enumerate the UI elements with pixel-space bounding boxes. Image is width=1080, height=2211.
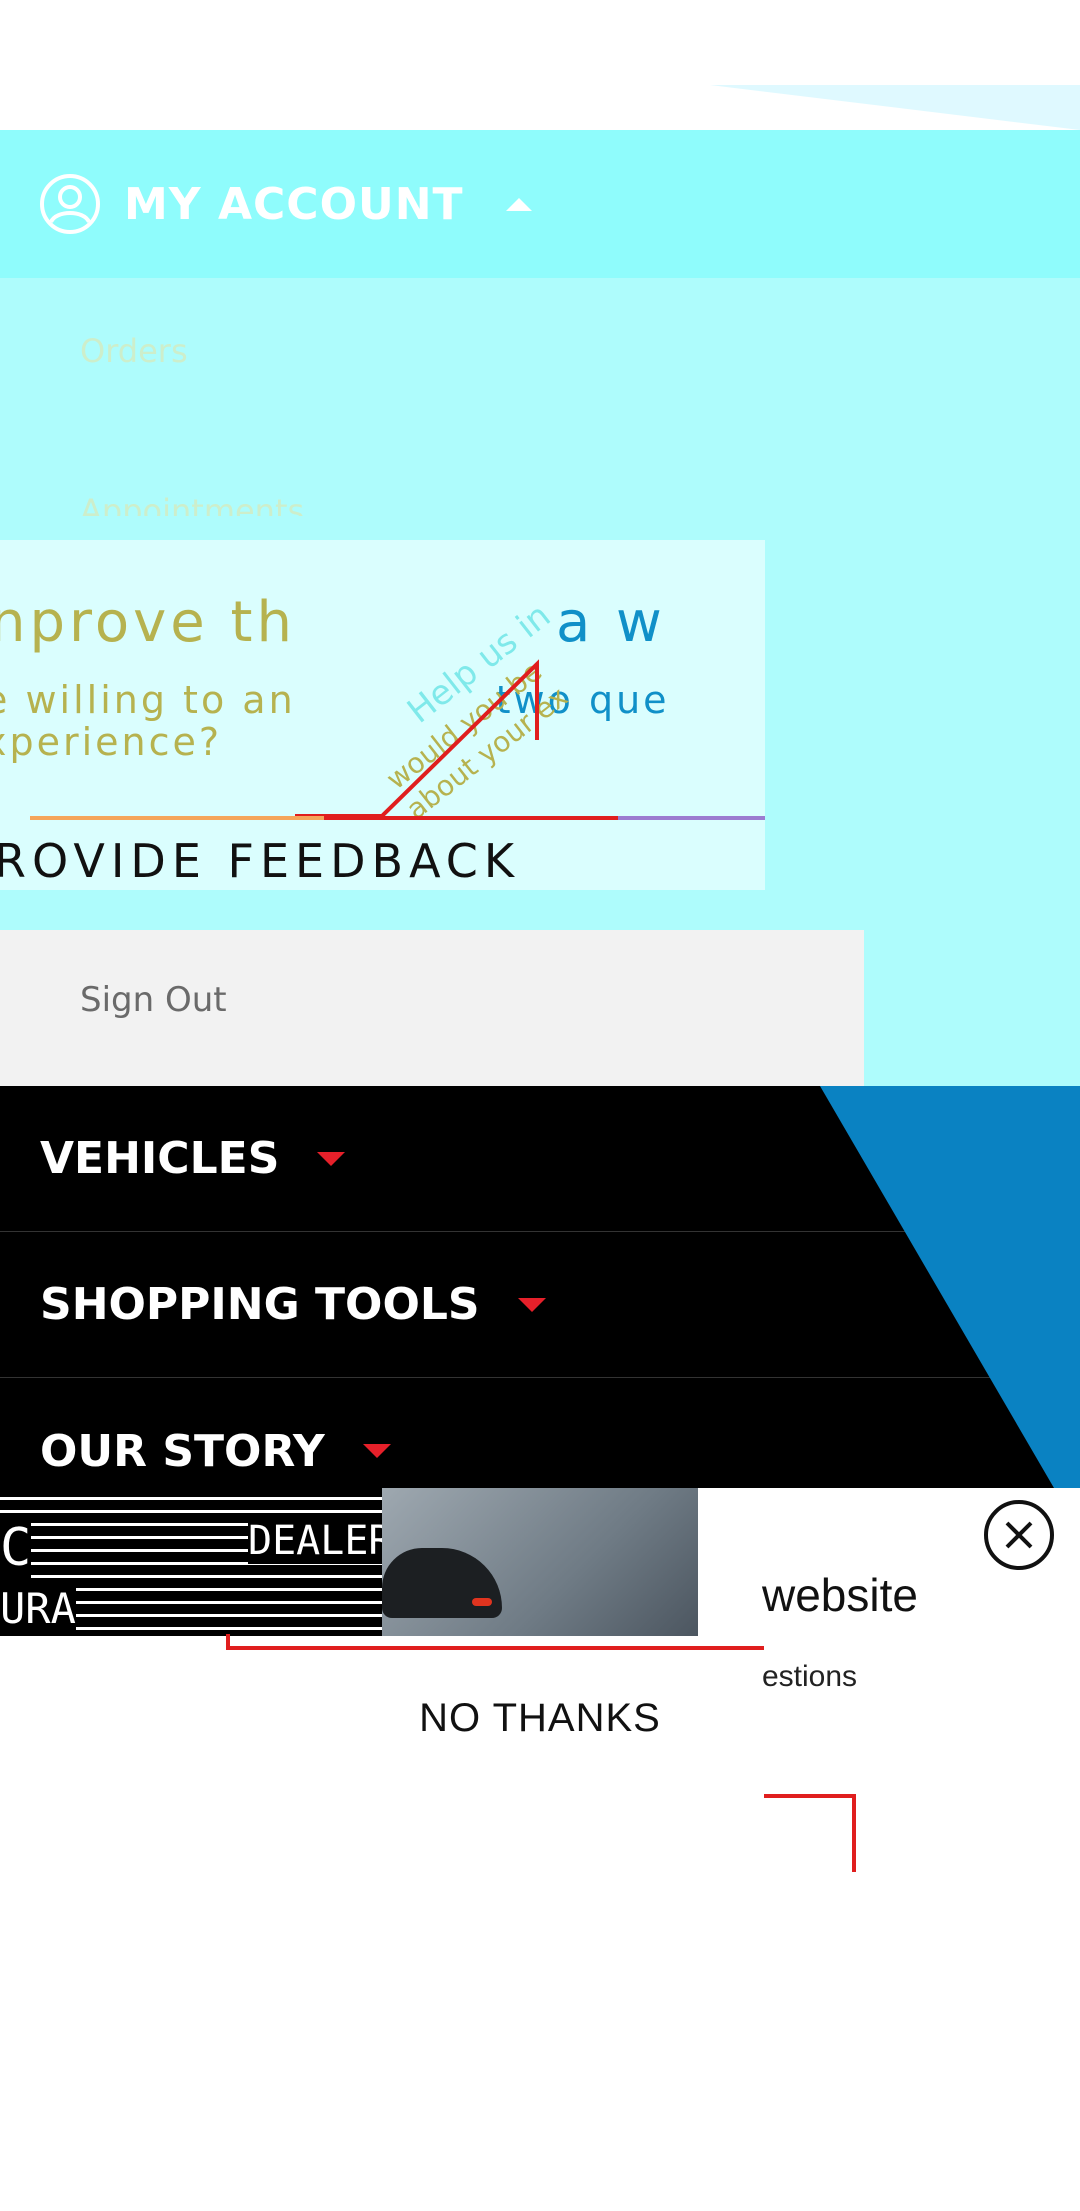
close-icon[interactable] [984, 1500, 1054, 1570]
caret-down-icon [362, 1444, 391, 1458]
popup-title: website [762, 1569, 918, 1621]
logo-text-bottom: URA [0, 1584, 76, 1633]
my-account-header[interactable]: MY ACCOUNT [0, 130, 1080, 278]
popup-red-corner [764, 1794, 856, 1872]
nav-item-label: OUR STORY [40, 1425, 325, 1477]
close-x-icon [1005, 1521, 1033, 1549]
popup-subtitle: estions [762, 1660, 858, 1693]
car-image [382, 1488, 698, 1636]
car-silhouette [382, 1548, 502, 1618]
car-taillight [472, 1598, 492, 1606]
brand-logo: C DEALERS URA [0, 1488, 417, 1636]
no-thanks-button[interactable]: NO THANKS [0, 1696, 1080, 1741]
survey-divider [30, 816, 765, 820]
chevron-up-icon [505, 197, 532, 211]
nav-item-label: VEHICLES [40, 1133, 280, 1184]
caret-down-icon [517, 1297, 546, 1312]
sign-out-label[interactable]: Sign Out [80, 980, 227, 1020]
survey-popup: C DEALERS URA website estions [0, 1488, 1080, 2211]
nav-item-label: SHOPPING TOOLS [40, 1279, 480, 1330]
caret-down-icon [317, 1151, 346, 1166]
account-item-orders[interactable]: Orders [80, 332, 188, 370]
my-account-title: MY ACCOUNT [124, 178, 464, 230]
popup-red-divider-tick [226, 1634, 230, 1650]
popup-red-divider [226, 1646, 764, 1650]
feedback-survey: nprove th a w e willing to an two que xper… [0, 540, 765, 890]
provide-feedback-button[interactable]: ROVIDE FEEDBACK [0, 834, 520, 888]
logo-text-top: C [0, 1518, 32, 1578]
account-item-appointments[interactable]: Appointments [80, 492, 304, 516]
user-circle-icon [40, 174, 100, 234]
